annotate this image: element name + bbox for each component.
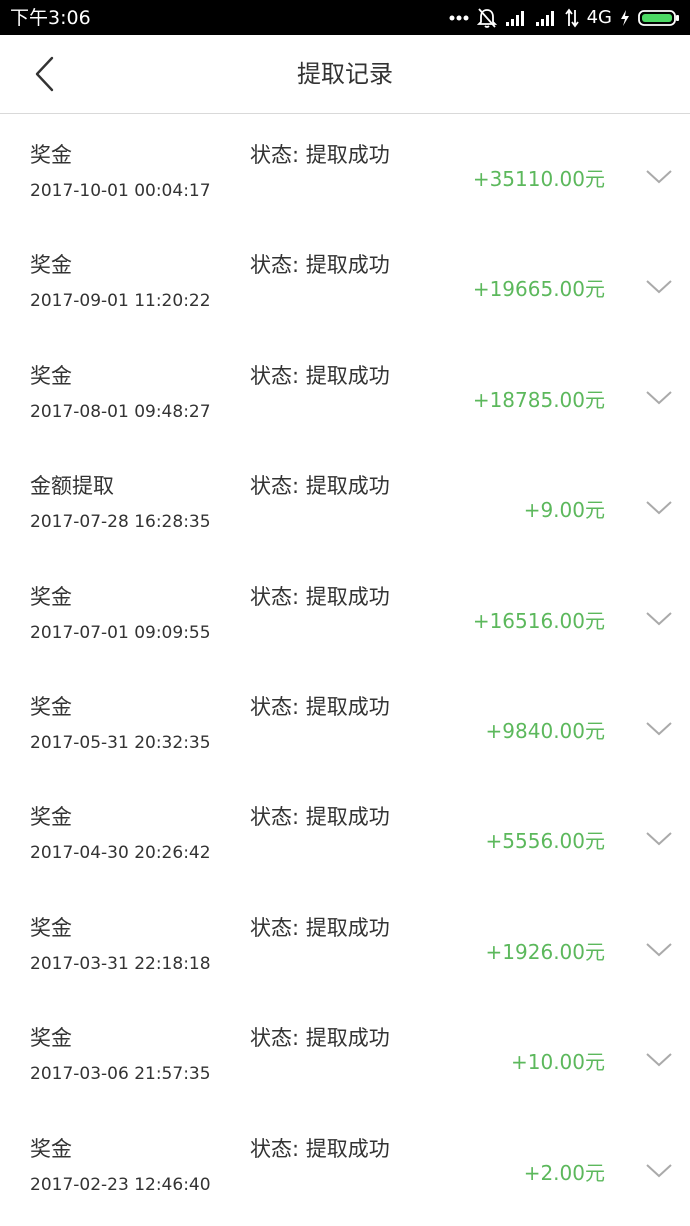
list-item[interactable]: 奖金 2017-04-30 20:26:42 状态: 提取成功 +5556.00… — [0, 776, 690, 886]
record-time: 2017-03-06 21:57:35 — [30, 1064, 211, 1085]
record-type: 奖金 — [30, 915, 72, 940]
record-status: 状态: 提取成功 — [250, 1136, 390, 1161]
record-amount: +16516.00元 — [472, 608, 605, 633]
list-item[interactable]: 奖金 2017-10-01 00:04:17 状态: 提取成功 +35110.0… — [0, 114, 690, 224]
status-time: 下午3:06 — [10, 7, 91, 29]
list-item[interactable]: 奖金 2017-05-31 20:32:35 状态: 提取成功 +9840.00… — [0, 666, 690, 776]
list-item[interactable]: 奖金 2017-03-06 21:57:35 状态: 提取成功 +10.00元 — [0, 997, 690, 1107]
chevron-down-icon[interactable] — [645, 500, 673, 516]
record-amount: +2.00元 — [523, 1160, 605, 1185]
charging-bolt-icon — [621, 10, 629, 26]
record-time: 2017-02-23 12:46:40 — [30, 1174, 211, 1195]
record-type: 奖金 — [30, 1026, 72, 1051]
record-amount: +18785.00元 — [472, 387, 605, 412]
data-transfer-icon — [564, 8, 579, 28]
list-item[interactable]: 奖金 2017-07-01 09:09:55 状态: 提取成功 +16516.0… — [0, 556, 690, 666]
record-type: 金额提取 — [30, 474, 114, 499]
record-status: 状态: 提取成功 — [250, 363, 390, 388]
record-status: 状态: 提取成功 — [250, 694, 390, 719]
nav-header: 提取记录 — [0, 35, 690, 114]
record-amount: +5556.00元 — [485, 829, 605, 854]
list-item[interactable]: 奖金 2017-08-01 09:48:27 状态: 提取成功 +18785.0… — [0, 335, 690, 445]
chevron-down-icon[interactable] — [645, 279, 673, 295]
status-bar: 下午3:06 4G — [0, 0, 690, 35]
record-time: 2017-07-28 16:28:35 — [30, 512, 211, 533]
record-list: 奖金 2017-10-01 00:04:17 状态: 提取成功 +35110.0… — [0, 114, 690, 1218]
record-amount: +9.00元 — [523, 498, 605, 523]
record-amount: +9840.00元 — [485, 718, 605, 743]
record-time: 2017-03-31 22:18:18 — [30, 953, 211, 974]
record-type: 奖金 — [30, 253, 72, 278]
record-status: 状态: 提取成功 — [250, 143, 390, 167]
record-amount: +19665.00元 — [472, 277, 605, 302]
record-type: 奖金 — [30, 363, 72, 388]
record-status: 状态: 提取成功 — [250, 805, 390, 830]
more-dots-icon — [449, 15, 469, 21]
network-type: 4G — [586, 7, 612, 28]
record-amount: +10.00元 — [510, 1050, 605, 1075]
chevron-down-icon[interactable] — [645, 390, 673, 406]
record-status: 状态: 提取成功 — [250, 584, 390, 609]
record-amount: +1926.00元 — [485, 939, 605, 964]
record-time: 2017-07-01 09:09:55 — [30, 622, 211, 643]
record-status: 状态: 提取成功 — [250, 474, 390, 499]
list-item[interactable]: 奖金 2017-02-23 12:46:40 状态: 提取成功 +2.00元 — [0, 1108, 690, 1218]
record-status: 状态: 提取成功 — [250, 253, 390, 278]
chevron-down-icon[interactable] — [645, 169, 673, 185]
record-type: 奖金 — [30, 805, 72, 830]
record-status: 状态: 提取成功 — [250, 1026, 390, 1051]
record-type: 奖金 — [30, 1136, 72, 1161]
bell-muted-icon — [476, 8, 497, 28]
record-amount: +35110.00元 — [472, 167, 605, 191]
list-item[interactable]: 奖金 2017-03-31 22:18:18 状态: 提取成功 +1926.00… — [0, 887, 690, 997]
page-title: 提取记录 — [297, 60, 393, 88]
chevron-down-icon[interactable] — [645, 611, 673, 627]
record-time: 2017-04-30 20:26:42 — [30, 843, 211, 864]
chevron-down-icon[interactable] — [645, 942, 673, 958]
chevron-down-icon[interactable] — [645, 1052, 673, 1068]
signal-icon-2 — [535, 11, 554, 26]
record-type: 奖金 — [30, 143, 72, 167]
status-icons: 4G — [449, 5, 680, 31]
record-time: 2017-05-31 20:32:35 — [30, 732, 211, 753]
chevron-down-icon[interactable] — [645, 721, 673, 737]
list-item[interactable]: 奖金 2017-09-01 11:20:22 状态: 提取成功 +19665.0… — [0, 224, 690, 334]
record-type: 奖金 — [30, 694, 72, 719]
record-time: 2017-10-01 00:04:17 — [30, 181, 211, 201]
chevron-down-icon[interactable] — [645, 1163, 673, 1179]
signal-icon — [505, 11, 524, 26]
battery-icon — [638, 10, 679, 26]
record-type: 奖金 — [30, 584, 72, 609]
chevron-down-icon[interactable] — [645, 831, 673, 847]
record-status: 状态: 提取成功 — [250, 915, 390, 940]
list-item[interactable]: 金额提取 2017-07-28 16:28:35 状态: 提取成功 +9.00元 — [0, 445, 690, 555]
record-time: 2017-09-01 11:20:22 — [30, 291, 211, 312]
record-time: 2017-08-01 09:48:27 — [30, 401, 211, 422]
